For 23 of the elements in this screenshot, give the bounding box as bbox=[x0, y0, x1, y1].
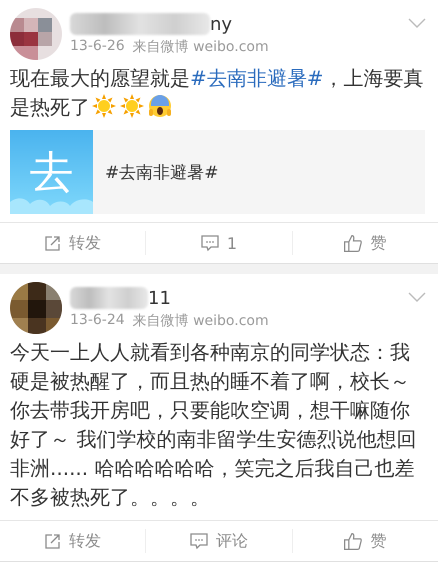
post-source: 来自微博 weibo.com bbox=[132, 38, 269, 56]
share-icon bbox=[44, 532, 62, 550]
post-time: 13-6-26 bbox=[70, 38, 125, 56]
sun-icon bbox=[120, 94, 144, 118]
chevron-down-icon[interactable] bbox=[408, 18, 426, 28]
thumbnail-character: 去 bbox=[30, 146, 74, 200]
topic-title: #去南非避暑# bbox=[105, 162, 218, 184]
hashtag-link[interactable]: #去南非避暑# bbox=[190, 66, 324, 90]
thumbs-up-icon bbox=[344, 532, 362, 550]
username[interactable]: ny bbox=[210, 14, 232, 34]
post-text: 现在最大的愿望就是#去南非避暑#，上海要真是热死了 bbox=[9, 65, 425, 121]
chevron-down-icon[interactable] bbox=[408, 292, 426, 302]
thumbs-up-icon bbox=[344, 234, 362, 252]
comment-icon bbox=[190, 532, 208, 550]
post-time: 13-6-24 bbox=[70, 312, 125, 330]
screaming-face-icon bbox=[148, 94, 172, 118]
username[interactable]: 11 bbox=[148, 288, 171, 308]
post-text: 今天一上人人就看到各种南京的同学状态：我硬是被热醒了，而且热的睡不着了啊，校长～你去带我开房吧，只要能吹空调，想干嘛随你好了～ 我们学校的南非留学生安德烈说他想回非洲...... 哈哈哈哈哈哈，笑完之后我自己也差不多被热死了。。。。 bbox=[9, 339, 418, 511]
comment-icon bbox=[200, 234, 219, 252]
share-icon bbox=[44, 234, 62, 252]
sun-icon bbox=[92, 94, 116, 118]
post-source: 来自微博 weibo.com bbox=[132, 312, 269, 330]
topic-card[interactable]: 去 #去南非避暑# bbox=[10, 130, 425, 214]
